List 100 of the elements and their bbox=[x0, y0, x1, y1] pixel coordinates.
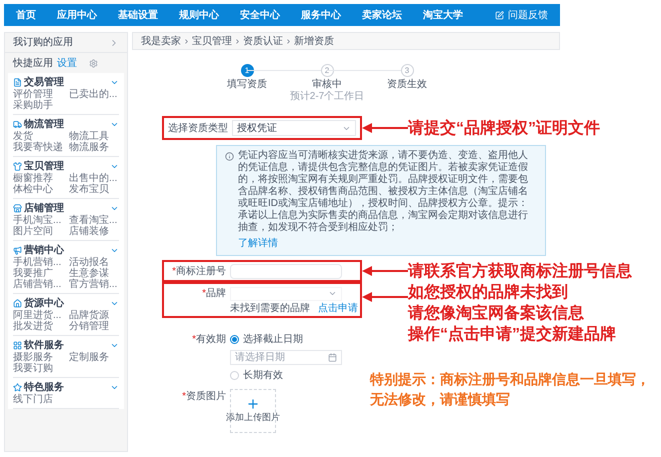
sidebar-link[interactable]: 生意参谋 bbox=[69, 268, 123, 279]
sidebar-link[interactable]: 物流工具 bbox=[69, 131, 123, 142]
truck-icon bbox=[13, 120, 22, 129]
annotation-text: 操作“点击申请”提交新建品牌 bbox=[408, 324, 616, 345]
annotation-text: 请提交“品牌授权”证明文件 bbox=[408, 118, 600, 138]
section-title: 特色服务 bbox=[24, 380, 64, 394]
annotation-text: 特别提示：商标注册号和品牌信息一旦填写， bbox=[370, 370, 650, 389]
sidebar-link[interactable]: 我要寄快递 bbox=[13, 142, 67, 153]
annotation-text: 请您像淘宝网备案该信息 bbox=[408, 303, 585, 324]
star-icon bbox=[13, 383, 22, 392]
settings-link[interactable]: 设置 bbox=[57, 56, 77, 70]
breadcrumb-link[interactable]: 宝贝管理 bbox=[192, 34, 232, 48]
nav-link[interactable]: 卖家论坛 bbox=[362, 8, 402, 22]
chevron-right-icon bbox=[183, 38, 190, 44]
annotation-text: 无法修改，请谨慎填写 bbox=[370, 390, 511, 409]
sidebar-link[interactable]: 发货 bbox=[13, 131, 67, 142]
breadcrumb-link[interactable]: 我是卖家 bbox=[141, 34, 181, 48]
sidebar-link[interactable]: 图片空间 bbox=[13, 226, 67, 237]
sidebar-link[interactable]: 阿里进货... bbox=[13, 310, 67, 321]
chevron-down-icon bbox=[110, 120, 119, 129]
sidebar-link[interactable]: 线下门店 bbox=[13, 394, 67, 405]
store-icon bbox=[13, 204, 22, 213]
subscribed-apps-item[interactable]: 我订购的应用 bbox=[5, 33, 127, 53]
chevron-down-icon bbox=[110, 299, 119, 308]
feedback-link[interactable]: 问题反馈 bbox=[495, 8, 548, 22]
info-icon bbox=[225, 152, 234, 161]
field-label: *商标注册号 bbox=[171, 264, 227, 278]
section-title: 店铺管理 bbox=[24, 201, 64, 214]
calendar-icon bbox=[328, 352, 337, 362]
grid-icon bbox=[13, 341, 22, 350]
nav-link[interactable]: 淘宝大学 bbox=[423, 8, 463, 22]
sidebar-link[interactable]: 我要推广 bbox=[13, 268, 67, 279]
sidebar-link[interactable]: 查看淘宝... bbox=[69, 215, 123, 226]
section-title: 营销中心 bbox=[24, 243, 64, 256]
annotation-text: 请联系官方获取商标注册号信息 bbox=[408, 261, 632, 282]
section-title: 交易管理 bbox=[24, 75, 64, 89]
sidebar-link[interactable]: 评价管理 bbox=[13, 89, 67, 100]
annotation-text: 如您授权的品牌未找到 bbox=[408, 282, 569, 303]
date-field[interactable]: 请选择日期 bbox=[230, 350, 342, 364]
field-label: 选择资质类型 bbox=[167, 122, 229, 136]
section-title: 货源中心 bbox=[24, 296, 64, 310]
field-label: *有效期 bbox=[191, 332, 227, 346]
trademark-input[interactable] bbox=[230, 264, 342, 278]
chevron-right-icon bbox=[285, 38, 292, 44]
settings-icon bbox=[89, 58, 98, 68]
document-icon bbox=[13, 78, 22, 87]
sidebar-link[interactable]: 店铺装修 bbox=[69, 226, 123, 237]
sidebar-link[interactable]: 手机营销... bbox=[13, 257, 67, 268]
house-icon bbox=[13, 299, 22, 308]
apply-link[interactable]: 点击申请 bbox=[318, 301, 358, 316]
sidebar-link[interactable]: 品牌货源 bbox=[69, 310, 123, 321]
chevron-down-icon bbox=[110, 383, 119, 392]
step-label: 资质生效 bbox=[387, 78, 427, 92]
radio-option[interactable]: 选择截止日期 bbox=[230, 332, 303, 346]
sidebar-link[interactable]: 店铺营销... bbox=[13, 279, 67, 290]
sidebar-link[interactable]: 分销管理 bbox=[69, 321, 123, 332]
nav-link[interactable]: 应用中心 bbox=[57, 8, 97, 22]
megaphone-icon bbox=[13, 246, 22, 255]
step-label: 审核中 bbox=[312, 78, 342, 91]
nav-link[interactable]: 基础设置 bbox=[118, 8, 158, 22]
sidebar-link[interactable]: 摄影服务 bbox=[13, 352, 67, 363]
sidebar-link[interactable]: 发布宝贝 bbox=[69, 184, 123, 195]
sidebar-link[interactable]: 体检中心 bbox=[13, 184, 67, 195]
section-title: 物流管理 bbox=[24, 117, 64, 131]
breadcrumb-link[interactable]: 资质认证 bbox=[243, 34, 283, 48]
nav-link[interactable]: 规则中心 bbox=[179, 8, 219, 22]
sidebar-link[interactable]: 物流服务 bbox=[69, 142, 123, 153]
sidebar-link[interactable]: 已卖出的... bbox=[69, 89, 123, 100]
quick-apps-label: 快捷应用 bbox=[13, 56, 53, 70]
sidebar-link[interactable]: 我要订购 bbox=[13, 363, 67, 374]
radio-button[interactable] bbox=[230, 334, 239, 344]
chevron-down-icon bbox=[110, 341, 119, 350]
sidebar-link[interactable]: 橱窗推荐 bbox=[13, 173, 67, 184]
plus-icon bbox=[246, 397, 260, 412]
field-label: *品牌 bbox=[201, 287, 227, 301]
step-label: 填写资质 bbox=[227, 78, 267, 92]
chevron-right-icon bbox=[234, 38, 241, 44]
nav-link[interactable]: 首页 bbox=[16, 8, 36, 22]
brand-hint: 未找到需要的品牌 bbox=[230, 302, 310, 316]
learn-more-link[interactable]: 了解详情 bbox=[238, 236, 537, 251]
sidebar-link[interactable]: 活动报名 bbox=[69, 257, 123, 268]
sidebar-link[interactable]: 批发进货 bbox=[13, 321, 67, 332]
chevron-down-icon bbox=[110, 162, 119, 171]
nav-link[interactable]: 服务中心 bbox=[301, 8, 341, 22]
brand-select[interactable] bbox=[230, 286, 342, 300]
sidebar-link[interactable]: 手机淘宝... bbox=[13, 215, 67, 226]
sidebar-link[interactable]: 定制服务 bbox=[69, 352, 123, 363]
chevron-down-icon bbox=[110, 204, 119, 213]
notice-text: 凭证内容应当可清晰核实进货来源，请不要伪造、变造、盗用他人的凭证信息，请提供包含完整信息的凭证图片。若被卖家凭证造假的，将按照淘宝网有关规则严重处罚。品牌授权证明文件，需要包含品牌名称、授权销售商品范围、被授权方主体信息（淘宝店铺名或旺旺ID或淘宝店铺地址），授权时间、品牌授权方公章。提示：承诺以上信息为实际售卖的商品信息，淘宝网会定期对该信息进行抽查，如发现不符合受到相应处罚； bbox=[238, 150, 529, 234]
sidebar-link[interactable]: 出售中的... bbox=[69, 173, 123, 184]
sidebar-link[interactable]: 官方营销... bbox=[69, 279, 123, 290]
sidebar-link[interactable]: 采购助手 bbox=[13, 100, 67, 111]
type-select[interactable]: 授权凭证 bbox=[232, 120, 356, 136]
chevron-down-icon bbox=[110, 78, 119, 87]
breadcrumb-link[interactable]: 新增资质 bbox=[294, 34, 334, 48]
shirt-icon bbox=[13, 162, 22, 171]
radio-option[interactable]: 长期有效 bbox=[230, 368, 283, 382]
nav-link[interactable]: 安全中心 bbox=[240, 8, 280, 22]
edit-icon bbox=[495, 10, 504, 20]
field-label: *资质图片 bbox=[181, 390, 227, 404]
